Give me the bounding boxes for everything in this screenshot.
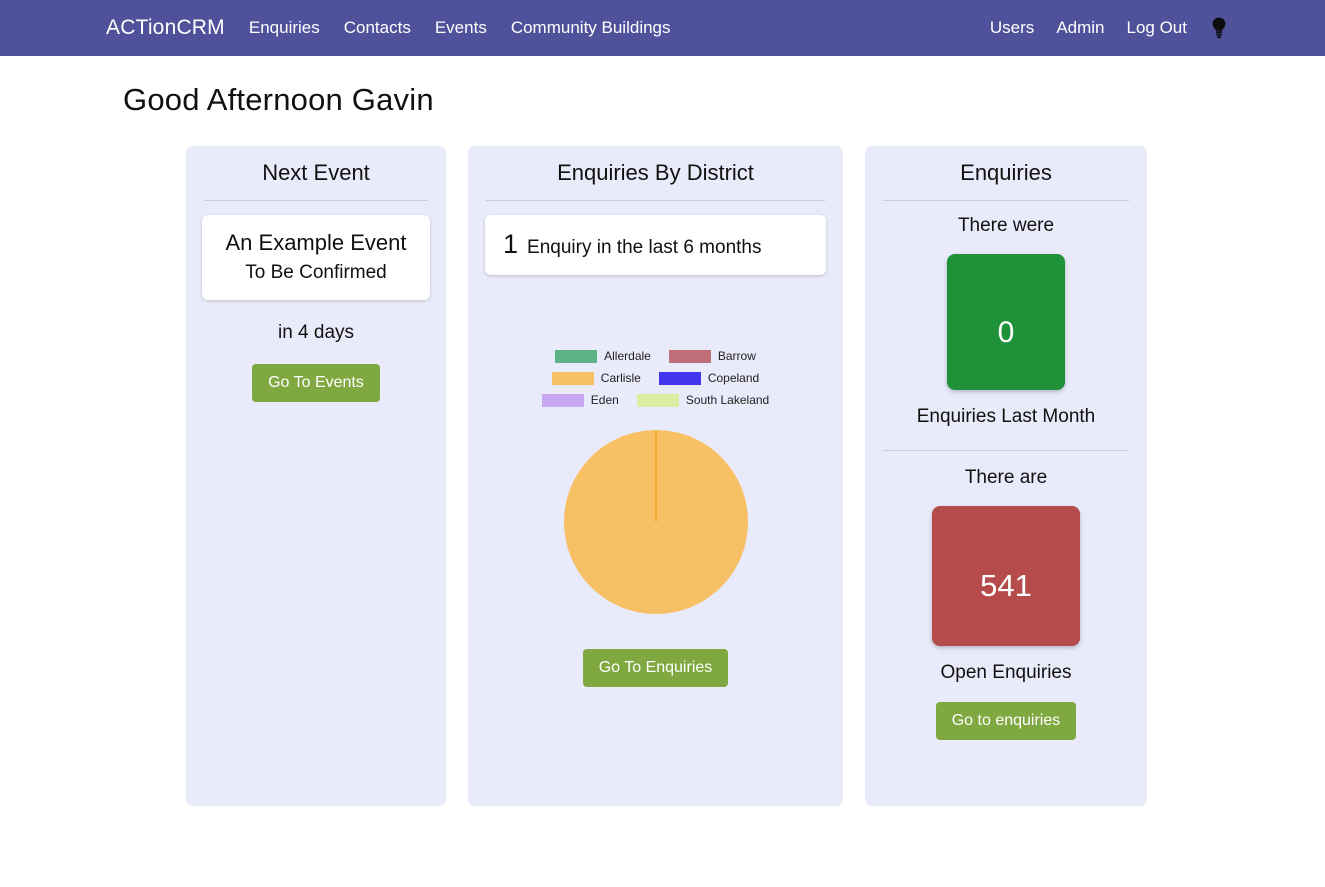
card-enquiries-by-district: Enquiries By District 1 Enquiry in the l… — [468, 146, 843, 806]
next-event-status: To Be Confirmed — [245, 261, 387, 283]
legend-swatch-copeland — [658, 371, 701, 385]
legend-label-carlisle: Carlisle — [600, 371, 641, 385]
go-to-enquiries-button[interactable]: Go To Enquiries — [582, 649, 729, 687]
legend-swatch-barrow — [668, 349, 711, 363]
open-enquiries-stat-box: 541 — [932, 506, 1080, 646]
divider — [486, 200, 825, 201]
pie-chart-legend: Allerdale Barrow Carlisle Copeland Eden — [496, 349, 816, 407]
legend-swatch-south-lakeland — [636, 393, 679, 407]
next-event-details-box: An Example Event To Be Confirmed — [202, 215, 430, 300]
legend-item-copeland[interactable]: Copeland — [658, 371, 760, 385]
legend-swatch-allerdale — [555, 349, 598, 363]
next-event-name: An Example Event — [225, 230, 407, 255]
legend-swatch-carlisle — [551, 371, 594, 385]
nav-link-users[interactable]: Users — [990, 18, 1034, 38]
dashboard-cards: Next Event An Example Event To Be Confir… — [0, 146, 1325, 806]
divider — [883, 200, 1129, 201]
legend-item-barrow[interactable]: Barrow — [668, 349, 756, 363]
page-body: Good Afternoon Gavin Next Event An Examp… — [0, 82, 1325, 806]
card-title-next-event: Next Event — [262, 160, 370, 185]
open-enquiries-caption: There are — [964, 467, 1048, 488]
legend-swatch-eden — [541, 393, 584, 407]
legend-label-copeland: Copeland — [707, 371, 760, 385]
legend-item-allerdale[interactable]: Allerdale — [555, 349, 651, 363]
nav-link-events[interactable]: Events — [435, 18, 487, 38]
nav-link-admin[interactable]: Admin — [1056, 18, 1104, 38]
open-enquiries-label: Open Enquiries — [940, 662, 1072, 683]
last-month-stat-box: 0 — [947, 254, 1065, 390]
page-title: Good Afternoon Gavin — [123, 82, 434, 117]
nav-link-log-out[interactable]: Log Out — [1127, 18, 1188, 38]
card-title-enquiries-by-district: Enquiries By District — [557, 160, 754, 185]
card-title-enquiries: Enquiries — [960, 160, 1052, 185]
lightbulb-icon[interactable] — [1209, 16, 1229, 40]
last-month-caption: There were — [957, 215, 1055, 236]
top-navbar: ACTionCRM Enquiries Contacts Events Comm… — [0, 0, 1325, 56]
legend-item-south-lakeland[interactable]: South Lakeland — [636, 393, 770, 407]
legend-label-allerdale: Allerdale — [604, 349, 651, 363]
enquiry-count-text: Enquiry in the last 6 months — [527, 237, 762, 258]
divider — [883, 450, 1129, 451]
legend-label-barrow: Barrow — [717, 349, 756, 363]
go-to-enquiries-bottom-button[interactable]: Go to enquiries — [935, 702, 1077, 740]
card-enquiries: Enquiries There were 0 Enquiries Last Mo… — [865, 146, 1147, 806]
brand-logo[interactable]: ACTionCRM — [106, 16, 225, 40]
nav-link-contacts[interactable]: Contacts — [344, 18, 411, 38]
go-to-events-button[interactable]: Go To Events — [252, 363, 380, 402]
open-enquiries-value: 541 — [980, 568, 1032, 603]
nav-link-community-buildings[interactable]: Community Buildings — [511, 18, 671, 38]
nav-left-group: ACTionCRM Enquiries Contacts Events Comm… — [106, 16, 671, 40]
divider — [204, 200, 428, 201]
next-event-countdown: in 4 days — [277, 321, 355, 343]
legend-item-eden[interactable]: Eden — [541, 393, 619, 407]
enquiry-count-number: 1 — [503, 229, 519, 259]
legend-label-eden: Eden — [590, 393, 619, 407]
nav-link-enquiries[interactable]: Enquiries — [249, 18, 320, 38]
card-next-event: Next Event An Example Event To Be Confir… — [186, 146, 446, 806]
nav-right-group: Users Admin Log Out — [990, 16, 1229, 40]
last-month-value: 0 — [997, 316, 1015, 349]
enquiry-count-box: 1 Enquiry in the last 6 months — [485, 215, 826, 275]
pie-chart[interactable] — [563, 429, 749, 615]
legend-label-south-lakeland: South Lakeland — [685, 393, 770, 407]
legend-item-carlisle[interactable]: Carlisle — [551, 371, 641, 385]
last-month-label: Enquiries Last Month — [916, 406, 1096, 427]
